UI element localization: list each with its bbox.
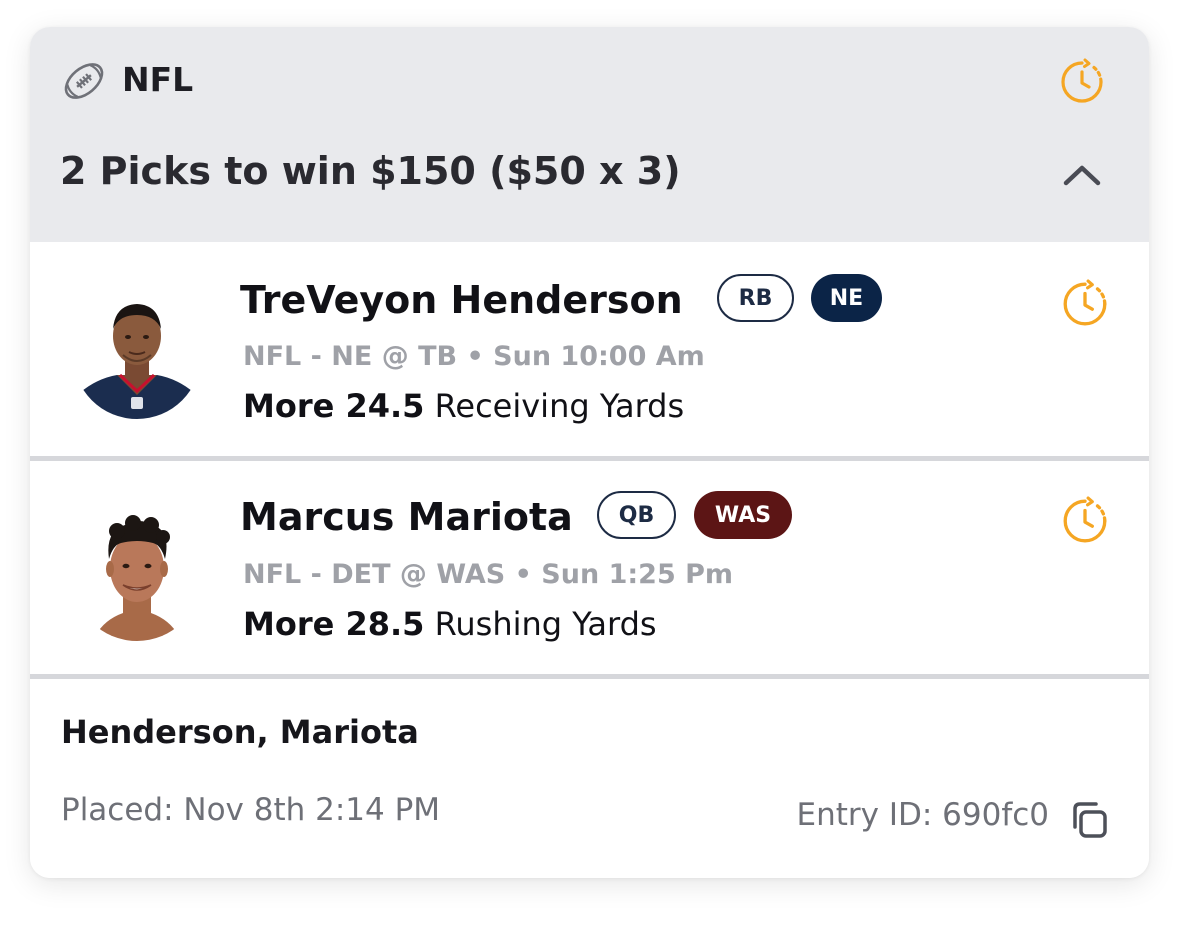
pending-clock-icon: [1063, 279, 1107, 326]
pending-clock-icon: [1061, 58, 1103, 103]
pick-stat: Receiving Yards: [434, 387, 685, 425]
position-badge: QB: [597, 491, 676, 539]
league-label: NFL: [122, 60, 194, 99]
team-badge: NE: [811, 274, 882, 322]
entry-card: NFL 2 Picks to win $150 ($50 x 3) TreVey…: [30, 27, 1149, 878]
placed-timestamp: Placed: Nov 8th 2:14 PM: [61, 792, 441, 828]
players-summary: Henderson, Mariota: [61, 713, 419, 751]
entry-footer: Henderson, Mariota Placed: Nov 8th 2:14 …: [30, 679, 1149, 878]
pick-line: More 24.5 Receiving Yards: [243, 385, 684, 427]
entry-id: Entry ID: 690fc0: [796, 797, 1050, 833]
game-info: NFL - NE @ TB • Sun 10:00 Am: [243, 341, 705, 372]
pick-direction-value: More 28.5: [243, 605, 425, 643]
team-badge: WAS: [694, 491, 792, 539]
player-avatar: [73, 291, 201, 419]
copy-icon[interactable]: [1066, 797, 1112, 843]
pending-clock-icon: [1063, 496, 1107, 543]
entry-header[interactable]: NFL 2 Picks to win $150 ($50 x 3): [30, 27, 1149, 242]
player-name: TreVeyon Henderson: [240, 278, 683, 322]
player-name: Marcus Mariota: [240, 495, 573, 539]
football-icon: [64, 63, 104, 99]
game-info: NFL - DET @ WAS • Sun 1:25 Pm: [243, 559, 734, 590]
pick-row[interactable]: Marcus Mariota QB WAS NFL - DET @ WAS • …: [30, 461, 1149, 673]
pick-line: More 28.5 Rushing Yards: [243, 603, 657, 645]
picks-summary-title: 2 Picks to win $150 ($50 x 3): [60, 149, 681, 193]
pick-stat: Rushing Yards: [434, 605, 657, 643]
position-badge: RB: [717, 274, 794, 322]
player-avatar: [73, 513, 201, 641]
pick-row[interactable]: TreVeyon Henderson RB NE NFL - NE @ TB •…: [30, 242, 1149, 454]
chevron-up-icon[interactable]: [1058, 154, 1106, 194]
pick-direction-value: More 24.5: [243, 387, 425, 425]
